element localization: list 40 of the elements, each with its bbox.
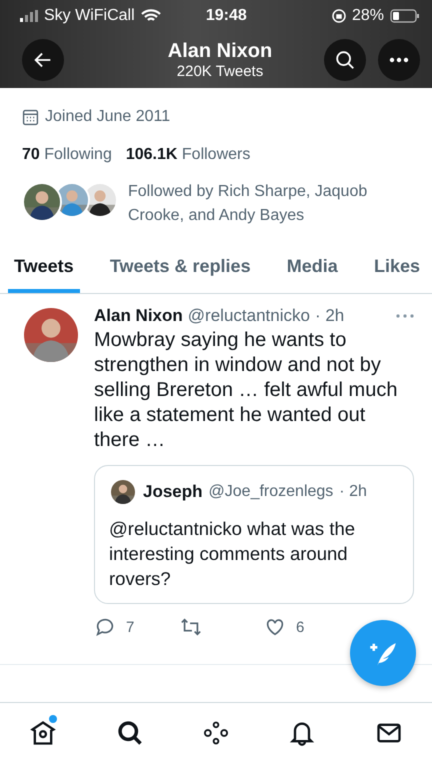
author-handle: @reluctantnicko [188,306,310,326]
tweet-count: 220K Tweets [176,63,264,80]
followed-by-text: Followed by Rich Sharpe, Jaquob Crooke, and Andy Bayes [127,182,368,226]
wifi-icon [140,9,161,23]
rotation-lock-icon [332,9,346,23]
retweet-icon [179,616,203,638]
profile-tab[interactable]: Media [280,246,344,293]
reply-button[interactable]: 7 [94,616,179,638]
profile-tab[interactable]: Tweets [8,246,80,293]
more-icon [389,57,409,63]
tweet-time: · 2h [314,306,344,326]
more-icon[interactable] [396,314,414,318]
author-name: Alan Nixon [94,306,183,326]
battery-icon [390,9,420,23]
search-icon [334,49,356,71]
like-button[interactable]: 6 [264,616,349,638]
quoted-text: @reluctantnicko what was the interesting comments around rovers? [109,517,356,591]
join-date: Joined June 2011 [45,108,170,126]
search-button[interactable] [324,39,366,81]
follow-stat[interactable]: 106.1K Followers [126,146,250,164]
back-button[interactable] [22,39,64,81]
tweet-time: · 2h [339,483,367,501]
profile-tab[interactable]: Tweets & replies [104,246,257,293]
author-handle: @Joe_frozenlegs [208,483,334,501]
search-icon [116,719,144,747]
carrier-name: Sky WiFiCall [44,7,135,25]
calendar-icon [22,108,39,126]
clock-time: 19:48 [204,7,248,25]
signal-icon [20,10,38,22]
compose-button[interactable] [350,620,416,686]
author-name: Joseph [143,482,203,502]
tweet-text: Mowbray saying he wants to strengthen in window and not by selling Brereton … felt awful much like a statement he wanted out there … [94,328,398,453]
quoted-tweet[interactable]: Joseph @Joe_frozenlegs · 2h @reluctantnicko what was the interesting comments around rovers? [94,465,414,604]
profile-tab[interactable]: Likes [368,246,426,293]
home-icon [29,719,58,747]
reply-icon [94,616,116,638]
battery-percent: 28% [352,7,384,25]
profile-name: Alan Nixon [168,40,272,63]
follow-stat[interactable]: 70 Following [22,146,112,164]
more-button[interactable] [378,39,420,81]
